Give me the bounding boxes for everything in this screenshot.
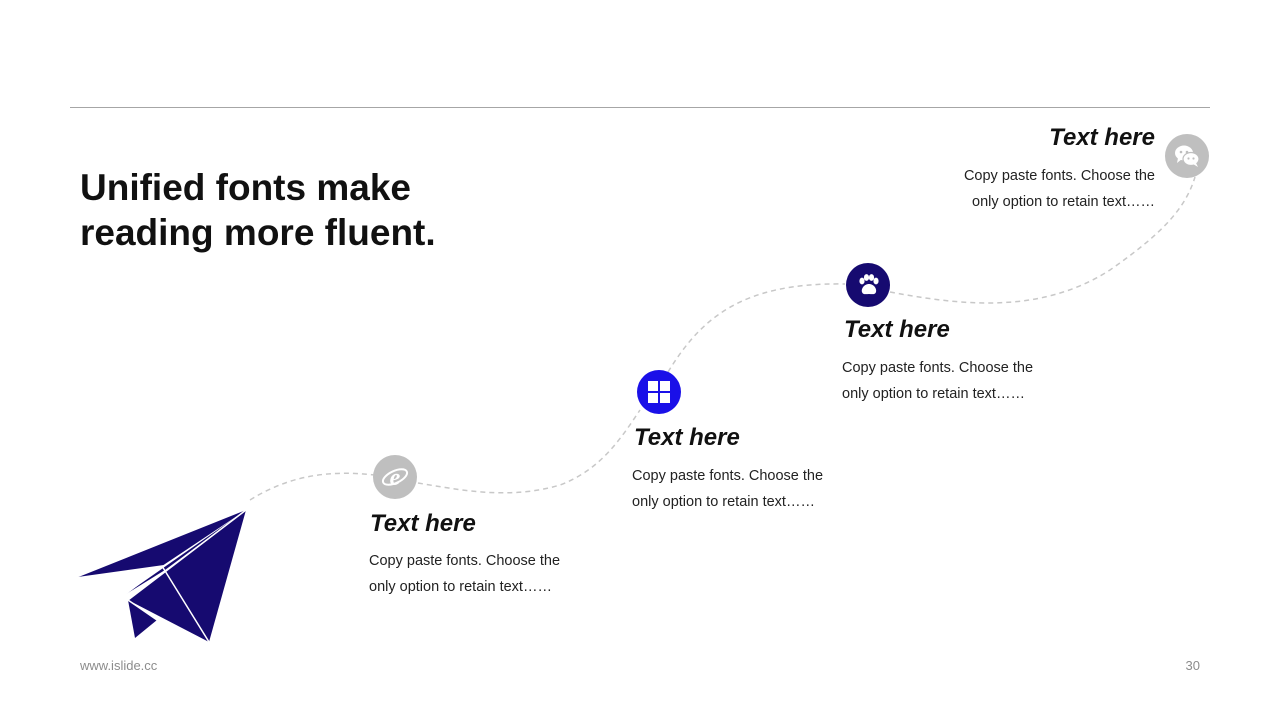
step-2-title: Text here xyxy=(634,424,740,451)
step-3-description: Copy paste fonts. Choose the only option… xyxy=(842,355,1057,407)
page-number: 30 xyxy=(1185,658,1200,673)
step-1-desc-line-1: Copy paste fonts. Choose the xyxy=(369,553,561,569)
step-4-description: Copy paste fonts. Choose the only option… xyxy=(940,163,1155,215)
wechat-icon xyxy=(1175,145,1200,167)
step-1-title: Text here xyxy=(370,510,476,537)
step-2-description: Copy paste fonts. Choose the only option… xyxy=(632,463,847,515)
step-2-desc-line-1: Copy paste fonts. Choose the xyxy=(632,468,824,484)
step-2-icon-circle xyxy=(637,370,681,414)
slide: Unified fonts make reading more fluent. … xyxy=(0,0,1280,720)
step-4-desc-line-1: Copy paste fonts. Choose the xyxy=(963,168,1155,184)
step-4-desc-line-2: only option to retain text…… xyxy=(972,194,1155,210)
step-3-desc-line-2: only option to retain text…… xyxy=(842,386,1025,402)
step-4-icon-circle xyxy=(1165,134,1209,178)
step-3-title: Text here xyxy=(844,316,950,343)
step-2-desc-line-2: only option to retain text…… xyxy=(632,494,815,510)
step-3-icon-circle xyxy=(846,263,890,307)
footer-url: www.islide.cc xyxy=(80,658,158,673)
step-3-desc-line-1: Copy paste fonts. Choose the xyxy=(842,360,1034,376)
step-4-title: Text here xyxy=(1049,124,1155,151)
paper-plane-icon xyxy=(75,509,247,643)
internet-explorer-icon: e xyxy=(381,465,409,491)
step-1-description: Copy paste fonts. Choose the only option… xyxy=(369,548,584,600)
step-1-desc-line-2: only option to retain text…… xyxy=(369,579,552,595)
windows-icon xyxy=(648,381,670,403)
paw-icon xyxy=(859,274,879,295)
step-1-icon-circle: e xyxy=(373,455,417,499)
